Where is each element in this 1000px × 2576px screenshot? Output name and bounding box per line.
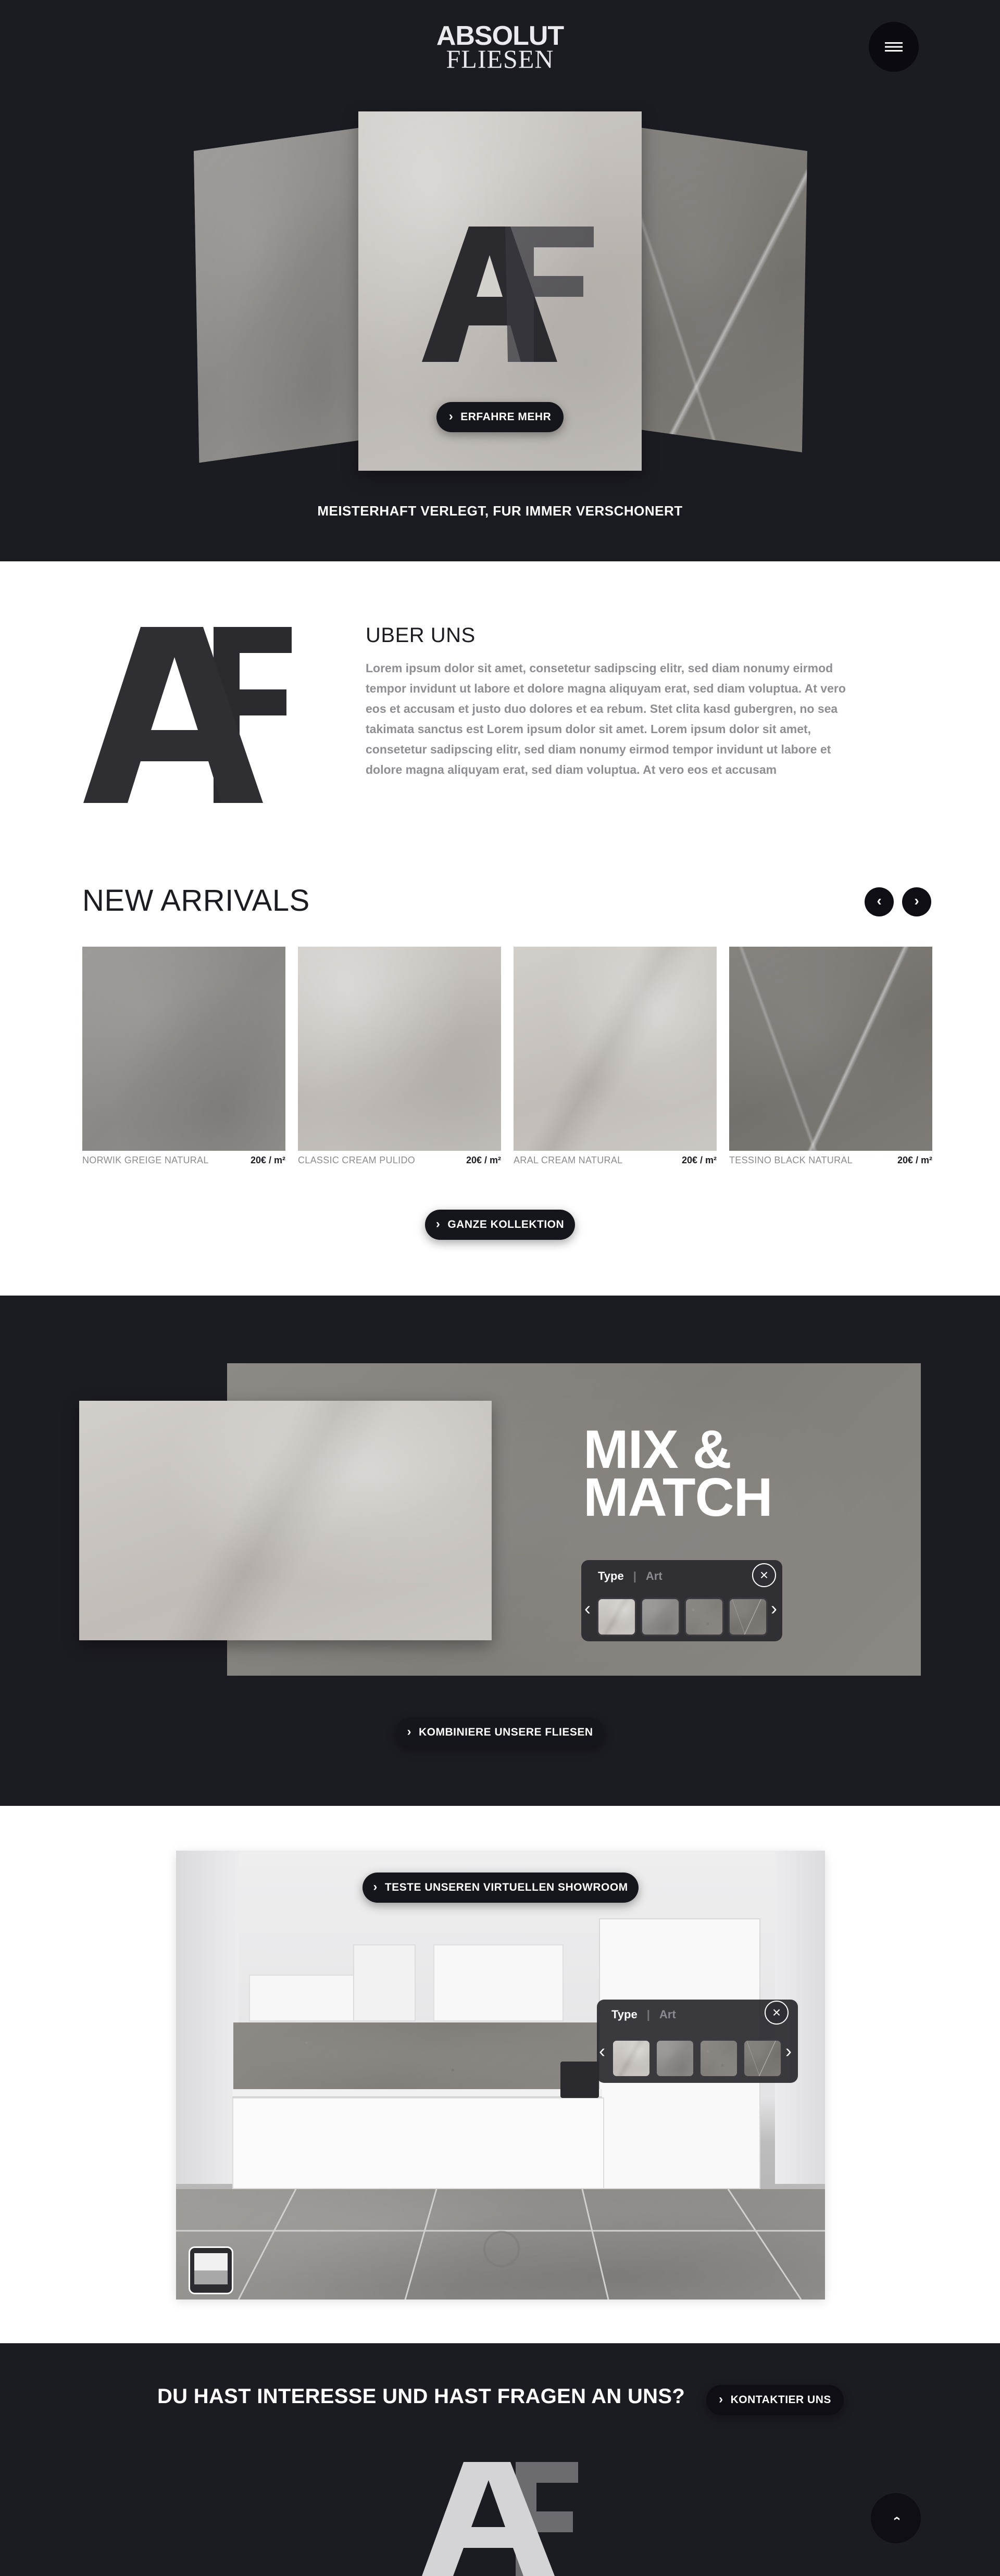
product-card[interactable]: CLASSIC CREAM PULIDO 20€ / m²	[298, 947, 501, 1176]
swatch-greige[interactable]	[641, 1598, 680, 1636]
tab-separator: |	[646, 2008, 650, 2021]
swatch-greige[interactable]	[655, 2039, 695, 2078]
chevron-right-icon: ›	[448, 409, 454, 423]
chevron-left-icon: ‹	[877, 893, 882, 909]
virtual-showroom-label: TESTE UNSEREN VIRTUELLEN SHOWROOM	[384, 1881, 628, 1893]
swatch-tessino[interactable]	[743, 2039, 782, 2078]
full-collection-label: GANZE KOLLEKTION	[447, 1218, 565, 1230]
tab-separator: |	[633, 1569, 636, 1582]
swatch-cream[interactable]	[611, 2039, 651, 2078]
hero-tagline: MEISTERHAFT VERLEGT, FUR IMMER VERSCHONE…	[317, 503, 683, 519]
product-name: TESSINO BLACK NATURAL	[729, 1155, 853, 1165]
room-thumbnail-image	[194, 2253, 228, 2284]
contact-us-label: KONTAKTIER UNS	[730, 2394, 831, 2406]
hero-cta-label: ERFAHRE MEHR	[460, 411, 552, 423]
picker-next-icon[interactable]: ›	[771, 1599, 777, 1618]
mix-title: MIX & MATCH	[583, 1419, 773, 1528]
product-name: CLASSIC CREAM PULIDO	[298, 1155, 416, 1165]
contact-section: DU HAST INTERESSE UND HAST FRAGEN AN UNS…	[0, 2343, 1000, 2576]
open-shelf	[353, 1944, 416, 2021]
product-card[interactable]: TESSINO BLACK NATURAL 20€ / m²	[729, 947, 932, 1176]
swatch-gray[interactable]	[699, 2039, 739, 2078]
virtual-showroom-button[interactable]: › TESTE UNSEREN VIRTUELLEN SHOWROOM	[362, 1873, 639, 1903]
hero-section: ABSOLUT FLIESEN › ERFAHRE MEHR MEISTERHA…	[0, 0, 1000, 561]
product-price: 20€ / m²	[681, 1155, 717, 1165]
picker-tabs: Type | Art	[598, 1569, 662, 1583]
combine-tiles-label: KOMBINIERE UNSERE FLIESEN	[418, 1726, 593, 1738]
hero-tile-right	[624, 126, 807, 453]
chevron-right-icon: ›	[719, 2392, 723, 2406]
upper-cabinet	[433, 1944, 564, 2021]
product-image[interactable]	[514, 947, 717, 1151]
scroll-to-top-button[interactable]: ›	[871, 2493, 921, 2543]
arrivals-title: NEW ARRIVALS	[82, 884, 310, 918]
room-thumbnail[interactable]	[189, 2246, 233, 2294]
product-image[interactable]	[729, 947, 932, 1151]
chevron-right-icon: ›	[914, 893, 919, 909]
tab-art[interactable]: Art	[659, 2008, 676, 2021]
showroom-viewport[interactable]: › TESTE UNSEREN VIRTUELLEN SHOWROOM Type…	[176, 1851, 825, 2299]
close-icon: ×	[772, 2004, 781, 2020]
close-icon: ×	[759, 1567, 769, 1583]
tab-type[interactable]: Type	[598, 1569, 624, 1583]
picker-next-icon[interactable]: ›	[785, 2042, 792, 2060]
product-card[interactable]: ARAL CREAM NATURAL 20€ / m²	[514, 947, 717, 1176]
chevron-right-icon: ›	[407, 1724, 411, 1739]
mix-match-section: MIX & MATCH Type | Art ‹ › × › KOMBINIER…	[0, 1296, 1000, 1806]
chevron-right-icon: ›	[373, 1879, 378, 1894]
product-image[interactable]	[298, 947, 501, 1151]
chevron-right-icon: ›	[435, 1216, 441, 1231]
product-image[interactable]	[82, 947, 285, 1151]
logo-line-2: FLIESEN	[446, 44, 554, 73]
picker-tabs: Type | Art	[611, 2008, 676, 2021]
picker-prev-icon[interactable]: ‹	[584, 1599, 591, 1618]
tab-type[interactable]: Type	[611, 2008, 638, 2021]
combine-tiles-button[interactable]: › KOMBINIERE UNSERE FLIESEN	[396, 1717, 604, 1748]
floor-hotspot-icon[interactable]	[483, 2231, 520, 2267]
left-wall	[176, 1851, 239, 2184]
mix-title-line-2: MATCH	[583, 1467, 773, 1528]
about-body: Lorem ipsum dolor sit amet, consetetur s…	[366, 661, 846, 776]
base-cabinets	[232, 2097, 604, 2189]
menu-button[interactable]	[869, 22, 919, 72]
product-price: 20€ / m²	[466, 1155, 501, 1165]
contact-question: DU HAST INTERESSE UND HAST FRAGEN AN UNS…	[157, 2385, 685, 2408]
swatch-tessino[interactable]	[728, 1598, 768, 1636]
tab-art[interactable]: Art	[646, 1569, 662, 1583]
swatch-cream[interactable]	[597, 1598, 636, 1636]
swatch-gray[interactable]	[684, 1598, 724, 1636]
product-price: 20€ / m²	[250, 1155, 285, 1165]
hero-tile-left	[194, 126, 377, 463]
showroom-close-button[interactable]: ×	[765, 2001, 789, 2025]
showroom-section: › TESTE UNSEREN VIRTUELLEN SHOWROOM Type…	[0, 1806, 1000, 2343]
hamburger-icon	[885, 42, 903, 52]
footer-af-logo	[422, 2462, 578, 2576]
about-af-logo	[83, 627, 292, 803]
mix-foreground-tile	[79, 1401, 492, 1640]
about-title: UBER UNS	[366, 624, 476, 647]
mix-close-button[interactable]: ×	[752, 1563, 776, 1587]
hero-learn-more-button[interactable]: › ERFAHRE MEHR	[436, 402, 564, 432]
arrivals-prev-button[interactable]: ‹	[865, 887, 894, 916]
oven	[560, 2062, 599, 2098]
product-name: ARAL CREAM NATURAL	[514, 1155, 623, 1165]
picker-prev-icon[interactable]: ‹	[599, 2042, 605, 2060]
brand-logo[interactable]: ABSOLUT FLIESEN	[432, 22, 568, 73]
countertop	[232, 2089, 602, 2097]
chevron-up-icon: ›	[888, 2516, 904, 2521]
about-section: UBER UNS Lorem ipsum dolor sit amet, con…	[0, 561, 1000, 1296]
contact-us-button[interactable]: › KONTAKTIER UNS	[706, 2385, 844, 2415]
full-collection-button[interactable]: › GANZE KOLLEKTION	[425, 1210, 575, 1240]
backsplash-tile	[233, 2022, 599, 2090]
af-monogram	[422, 227, 594, 362]
product-name: NORWIK GREIGE NATURAL	[82, 1155, 209, 1165]
arrivals-next-button[interactable]: ›	[902, 887, 931, 916]
product-card[interactable]: NORWIK GREIGE NATURAL 20€ / m²	[82, 947, 285, 1176]
product-price: 20€ / m²	[897, 1155, 932, 1165]
mix-title-line-1: MIX &	[583, 1419, 732, 1480]
